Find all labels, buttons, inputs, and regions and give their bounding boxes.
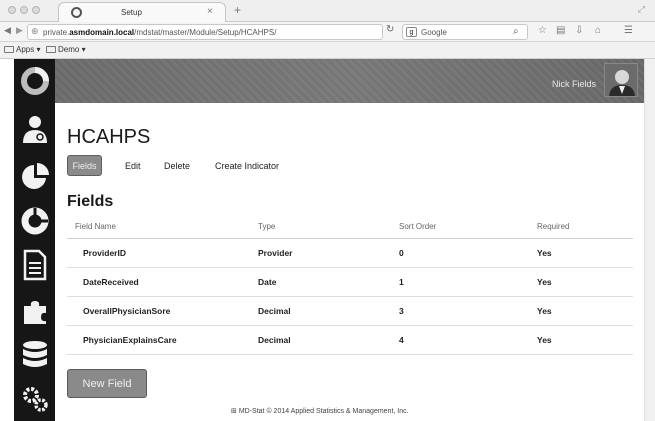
bookmark-star-icon[interactable]: ☆	[538, 25, 547, 36]
cell-sort-order: 4	[399, 325, 537, 355]
column-header-field-name[interactable]: Field Name	[67, 216, 258, 239]
column-header-required[interactable]: Required	[537, 216, 633, 239]
sidebar-logo[interactable]	[18, 63, 51, 99]
sidebar-item-modules[interactable]	[18, 293, 51, 329]
search-bar[interactable]: g Google ⌕	[402, 24, 528, 40]
home-icon[interactable]: ⌂	[595, 25, 601, 36]
ring-chart-icon	[21, 207, 48, 235]
tab-close-icon[interactable]: ×	[207, 6, 213, 17]
new-tab-icon[interactable]: +	[234, 3, 241, 17]
avatar[interactable]	[604, 63, 638, 97]
bookmark-demo[interactable]: Demo ▾	[46, 45, 86, 54]
document-icon	[23, 249, 46, 281]
user-photo-icon	[605, 64, 637, 96]
sidebar-item-indicators[interactable]	[18, 203, 51, 239]
table-row[interactable]: OverallPhysicianSore Decimal 3 Yes	[67, 296, 633, 326]
search-icon[interactable]: ⌕	[513, 26, 519, 37]
url-domain: asmdomain.local	[69, 28, 135, 37]
sidebar-item-reports[interactable]	[18, 159, 51, 195]
cell-type: Date	[258, 267, 399, 297]
main-content: HCAHPS Fields Edit Delete Create Indicat…	[55, 103, 644, 421]
bookmarks-menu-icon[interactable]: ▤	[556, 25, 565, 36]
cell-sort-order: 1	[399, 267, 537, 297]
app-header: Nick Fields	[55, 59, 644, 103]
sidebar-item-settings[interactable]	[18, 381, 51, 417]
user-name[interactable]: Nick Fields	[552, 79, 596, 89]
database-icon	[22, 341, 47, 367]
create-indicator-button[interactable]: Create Indicator	[215, 161, 279, 171]
table-row[interactable]: ProviderID Provider 0 Yes	[67, 238, 633, 268]
cell-field-name[interactable]: ProviderID	[67, 238, 258, 268]
fields-table: Field Name Type Sort Order Required Prov…	[67, 216, 633, 355]
pie-chart-icon	[21, 163, 49, 189]
url-bar[interactable]: ⊕ private.asmdomain.local/mdstat/master/…	[27, 24, 383, 40]
new-field-button[interactable]: New Field	[67, 369, 147, 398]
puzzle-icon	[23, 301, 46, 324]
browser-tab-bar: Setup × + ⤢	[0, 0, 655, 23]
edit-button[interactable]: Edit	[125, 161, 141, 171]
url-prefix: private.	[43, 28, 70, 37]
app-sidebar	[14, 59, 55, 421]
menu-icon[interactable]: ☰	[624, 25, 633, 36]
page-scrollbar[interactable]	[644, 59, 655, 421]
column-header-type[interactable]: Type	[258, 216, 399, 239]
sidebar-item-data[interactable]	[18, 337, 51, 373]
cell-field-name[interactable]: PhysicianExplainsCare	[67, 325, 258, 355]
column-header-sort-order[interactable]: Sort Order	[399, 216, 537, 239]
bookmarks-bar: Apps ▾ Demo ▾	[0, 42, 655, 59]
search-engine-label: Google	[421, 28, 447, 37]
footer-logo-icon: ⊞	[231, 408, 237, 415]
google-icon[interactable]: g	[406, 27, 417, 37]
logo-ring-icon	[20, 67, 49, 95]
sidebar-item-documents[interactable]	[18, 247, 51, 283]
cell-field-name[interactable]: OverallPhysicianSore	[67, 296, 258, 326]
reload-icon[interactable]: ↻	[386, 24, 394, 35]
sidebar-item-providers[interactable]	[18, 111, 51, 147]
url-path: /mdstat/master/Module/Setup/HCAHPS/	[134, 28, 277, 37]
cell-required: Yes	[537, 296, 633, 326]
table-row[interactable]: PhysicianExplainsCare Decimal 4 Yes	[67, 325, 633, 355]
delete-button[interactable]: Delete	[164, 161, 190, 171]
footer: ⊞ MD-Stat © 2014 Applied Statistics & Ma…	[231, 407, 409, 415]
browser-tab-setup[interactable]: Setup ×	[58, 2, 226, 23]
footer-text: MD-Stat © 2014 Applied Statistics & Mana…	[238, 408, 409, 415]
window-minimize-icon[interactable]	[20, 6, 28, 14]
cell-type: Provider	[258, 238, 399, 268]
folder-icon	[4, 46, 14, 53]
window-zoom-icon[interactable]	[32, 6, 40, 14]
cell-required: Yes	[537, 267, 633, 297]
cell-required: Yes	[537, 325, 633, 355]
cell-sort-order: 3	[399, 296, 537, 326]
back-icon[interactable]: ◀	[4, 25, 11, 36]
section-title: Fields	[67, 193, 114, 210]
tab-title: Setup	[121, 8, 142, 17]
cell-sort-order: 0	[399, 238, 537, 268]
download-icon[interactable]: ⇩	[575, 25, 583, 36]
table-header-row: Field Name Type Sort Order Required	[67, 216, 633, 239]
cell-type: Decimal	[258, 325, 399, 355]
folder-icon	[46, 46, 56, 53]
forward-icon[interactable]: ▶	[16, 25, 23, 36]
cell-required: Yes	[537, 238, 633, 268]
page-info-icon: ⊕	[31, 26, 39, 36]
bookmark-demo-label: Demo ▾	[58, 45, 86, 54]
fields-button[interactable]: Fields	[67, 155, 102, 176]
cell-type: Decimal	[258, 296, 399, 326]
window-close-icon[interactable]	[8, 6, 16, 14]
browser-toolbar: ◀ ▶ ⊕ private.asmdomain.local/mdstat/mas…	[0, 22, 655, 42]
bookmark-apps[interactable]: Apps ▾	[4, 45, 40, 54]
favicon-icon	[71, 7, 82, 18]
url-text[interactable]: private.asmdomain.local/mdstat/master/Mo…	[43, 28, 276, 37]
bookmark-apps-label: Apps ▾	[16, 45, 41, 54]
gears-icon	[22, 387, 48, 412]
cell-field-name[interactable]: DateReceived	[67, 267, 258, 297]
doctor-icon	[22, 116, 47, 143]
fullscreen-icon[interactable]: ⤢	[638, 4, 645, 15]
table-row[interactable]: DateReceived Date 1 Yes	[67, 267, 633, 297]
page-title: HCAHPS	[67, 126, 151, 148]
